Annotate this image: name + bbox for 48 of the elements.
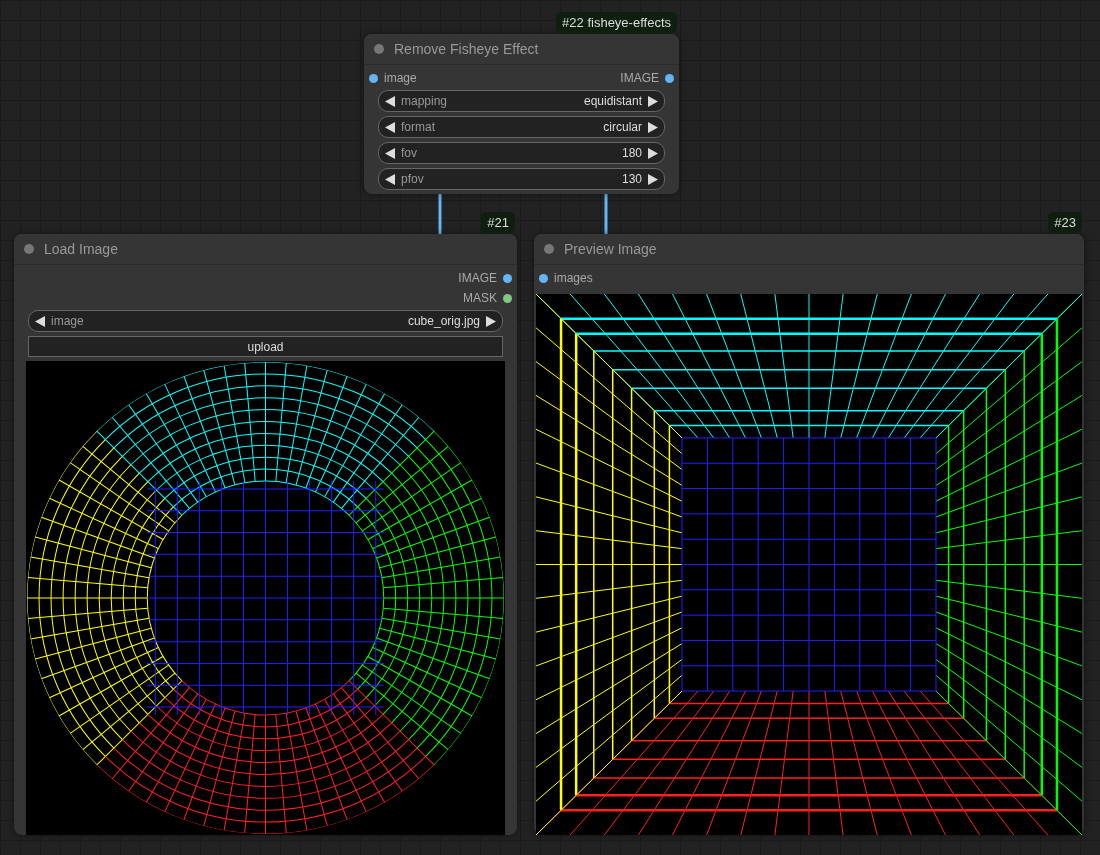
left-arrow-icon[interactable] (385, 173, 395, 185)
output-slot-dot[interactable] (503, 273, 512, 283)
left-arrow-icon[interactable] (35, 315, 45, 327)
collapse-dot-icon[interactable] (544, 244, 554, 254)
widget-label: image (51, 314, 85, 328)
collapse-dot-icon[interactable] (374, 44, 384, 54)
node-title: Load Image (44, 241, 118, 257)
node-title-bar[interactable]: Load Image (14, 234, 517, 265)
widget-value: equidistant (583, 94, 642, 108)
node-badge: #21 (481, 212, 515, 233)
combo-widget[interactable]: mapping equidistant (378, 90, 665, 112)
combo-widget[interactable]: pfov 130 (378, 168, 665, 190)
node-title-bar[interactable]: Remove Fisheye Effect (364, 34, 679, 65)
slot-label: IMAGE (458, 271, 497, 285)
right-arrow-icon[interactable] (486, 315, 496, 327)
input-slot-dot[interactable] (369, 73, 378, 83)
output-slot-dot[interactable] (665, 73, 674, 83)
right-arrow-icon[interactable] (648, 121, 658, 133)
node-badge: #22 fisheye-effects (556, 12, 677, 33)
input-slot-dot[interactable] (539, 273, 548, 283)
widget-value: cube_orig.jpg (407, 314, 480, 328)
widget-label: format (401, 120, 436, 134)
combo-widget[interactable]: format circular (378, 116, 665, 138)
combo-widget[interactable]: image cube_orig.jpg (28, 310, 503, 332)
node-title: Remove Fisheye Effect (394, 41, 539, 57)
widget-label: fov (401, 146, 418, 160)
right-arrow-icon[interactable] (648, 173, 658, 185)
combo-widget[interactable]: fov 180 (378, 142, 665, 164)
collapse-dot-icon[interactable] (24, 244, 34, 254)
widget-value: circular (603, 120, 642, 134)
right-arrow-icon[interactable] (648, 147, 658, 159)
node-title: Preview Image (564, 241, 657, 257)
widget-value: 180 (621, 146, 642, 160)
node-badge: #23 (1048, 212, 1082, 233)
node-title-bar[interactable]: Preview Image (534, 234, 1084, 265)
left-arrow-icon[interactable] (385, 121, 395, 133)
slot-label: images (554, 271, 593, 285)
slot-label: IMAGE (620, 71, 659, 85)
right-arrow-icon[interactable] (648, 95, 658, 107)
slot-label: image (384, 71, 417, 85)
widget-label: pfov (401, 172, 425, 186)
output-slot-dot[interactable] (503, 293, 512, 303)
left-arrow-icon[interactable] (385, 147, 395, 159)
upload-button[interactable]: upload (28, 336, 503, 357)
widget-value: 130 (621, 172, 642, 186)
slot-label: MASK (463, 291, 497, 305)
left-arrow-icon[interactable] (385, 95, 395, 107)
widget-label: mapping (401, 94, 449, 108)
